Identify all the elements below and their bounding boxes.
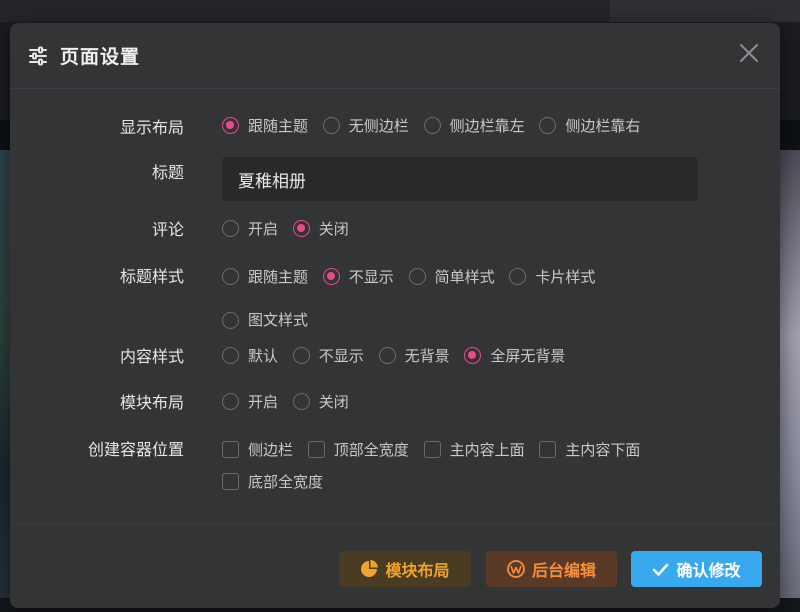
admin-edit-button-label: 后台编辑 xyxy=(531,561,596,580)
radio-icon xyxy=(222,346,239,364)
module-layout-button-label: 模块布局 xyxy=(385,561,450,580)
option-label: 侧边栏 xyxy=(248,440,294,459)
checkbox-icon xyxy=(222,473,239,490)
module-layout-option-off[interactable]: 关闭 xyxy=(292,390,349,412)
title-input[interactable] xyxy=(222,157,698,201)
dialog-title: 页面设置 xyxy=(60,46,141,68)
option-label: 主内容下面 xyxy=(565,440,641,459)
radio-icon xyxy=(292,219,310,237)
container-option-bottom-full-width[interactable]: 底部全宽度 xyxy=(222,471,323,493)
radio-icon xyxy=(292,392,310,410)
option-label: 图文样式 xyxy=(248,311,309,329)
content-style-label: 内容样式 xyxy=(119,347,184,366)
container-option-above-main[interactable]: 主内容上面 xyxy=(423,439,525,461)
radio-icon xyxy=(322,116,340,134)
option-label: 不显示 xyxy=(348,267,394,286)
title-style-option-image-text[interactable]: 图文样式 xyxy=(222,309,308,331)
layout-option-no-sidebar[interactable]: 无侧边栏 xyxy=(322,114,409,136)
radio-icon xyxy=(222,392,239,410)
option-label: 卡片样式 xyxy=(535,267,596,286)
radio-icon xyxy=(222,268,239,285)
title-label: 标题 xyxy=(151,163,184,182)
radio-icon xyxy=(408,268,426,285)
background-top-chip xyxy=(610,0,800,22)
title-style-option-card[interactable]: 卡片样式 xyxy=(509,266,595,288)
option-label: 跟随主题 xyxy=(248,267,309,286)
comments-label: 评论 xyxy=(151,220,184,239)
option-label: 顶部全宽度 xyxy=(333,440,409,459)
checkbox-icon xyxy=(539,441,557,458)
comments-option-off[interactable]: 关闭 xyxy=(292,217,349,239)
confirm-button[interactable]: 确认修改 xyxy=(631,551,762,587)
dialog-header: 页面设置 xyxy=(10,23,780,89)
admin-edit-button[interactable]: 后台编辑 xyxy=(486,551,617,587)
module-layout-option-on[interactable]: 开启 xyxy=(222,390,278,412)
container-option-top-full-width[interactable]: 顶部全宽度 xyxy=(307,439,409,461)
title-style-option-follow-theme[interactable]: 跟随主题 xyxy=(222,266,308,288)
layout-option-sidebar-right[interactable]: 侧边栏靠右 xyxy=(539,114,640,136)
check-icon xyxy=(653,563,669,576)
container-position-label: 创建容器位置 xyxy=(87,440,184,459)
option-label: 全屏无背景 xyxy=(490,346,566,365)
option-label: 关闭 xyxy=(318,392,349,411)
comments-radio-group: 开启 关闭 xyxy=(222,217,359,241)
pie-chart-icon xyxy=(361,560,379,577)
radio-icon xyxy=(322,268,340,285)
container-option-sidebar[interactable]: 侧边栏 xyxy=(222,439,293,461)
option-label: 无背景 xyxy=(404,346,450,365)
radio-icon xyxy=(378,346,396,364)
option-label: 开启 xyxy=(248,219,279,238)
option-label: 无侧边栏 xyxy=(348,116,409,135)
sliders-icon xyxy=(28,46,48,66)
container-option-below-main[interactable]: 主内容下面 xyxy=(539,439,640,461)
option-label: 关闭 xyxy=(318,219,349,238)
close-icon[interactable] xyxy=(738,42,760,64)
title-style-radio-group: 跟随主题 不显示 简单样式 卡片样式 图文样式 xyxy=(222,263,642,341)
wordpress-icon xyxy=(507,560,525,578)
radio-icon xyxy=(222,219,239,237)
background-art-right xyxy=(780,150,800,612)
radio-icon xyxy=(222,116,239,134)
option-label: 开启 xyxy=(248,392,279,411)
layout-radio-group: 跟随主题 无侧边栏 侧边栏靠左 侧边栏靠右 xyxy=(222,114,650,138)
module-layout-radio-group: 开启 关闭 xyxy=(222,390,359,414)
content-style-option-no-background[interactable]: 无背景 xyxy=(378,344,450,366)
checkbox-icon xyxy=(423,441,441,458)
option-label: 侧边栏靠左 xyxy=(449,116,525,135)
footer-divider xyxy=(10,523,780,524)
option-label: 不显示 xyxy=(318,346,364,365)
title-style-option-hidden[interactable]: 不显示 xyxy=(322,266,394,288)
title-style-option-simple[interactable]: 简单样式 xyxy=(408,266,495,288)
confirm-button-label: 确认修改 xyxy=(676,561,741,580)
radio-icon xyxy=(292,346,310,364)
comments-option-on[interactable]: 开启 xyxy=(222,217,278,239)
checkbox-icon xyxy=(307,441,325,458)
layout-option-follow-theme[interactable]: 跟随主题 xyxy=(222,114,308,136)
title-style-label: 标题样式 xyxy=(119,267,184,286)
module-layout-label: 模块布局 xyxy=(119,393,184,412)
container-position-checkbox-group: 侧边栏 顶部全宽度 主内容上面 主内容下面 底部全宽度 xyxy=(222,437,702,501)
page-settings-dialog: 页面设置 显示布局 跟随主题 无侧边栏 侧边栏靠左 侧边栏靠右 标题 评论 开启… xyxy=(10,23,780,608)
option-label: 主内容上面 xyxy=(449,440,525,459)
option-label: 跟随主题 xyxy=(248,116,309,135)
radio-icon xyxy=(222,311,239,329)
radio-icon xyxy=(423,116,441,134)
content-style-option-fullscreen-no-background[interactable]: 全屏无背景 xyxy=(464,344,565,366)
content-style-option-hidden[interactable]: 不显示 xyxy=(292,344,364,366)
module-layout-button[interactable]: 模块布局 xyxy=(339,551,471,587)
layout-option-sidebar-left[interactable]: 侧边栏靠左 xyxy=(423,114,525,136)
checkbox-icon xyxy=(222,441,239,458)
radio-icon xyxy=(539,116,557,134)
radio-icon xyxy=(464,346,482,364)
option-label: 默认 xyxy=(248,346,279,365)
background-art-left xyxy=(0,150,10,612)
radio-icon xyxy=(509,268,527,285)
option-label: 底部全宽度 xyxy=(248,472,324,491)
layout-label: 显示布局 xyxy=(119,118,184,137)
option-label: 侧边栏靠右 xyxy=(565,116,641,135)
option-label: 简单样式 xyxy=(434,267,495,286)
content-style-option-default[interactable]: 默认 xyxy=(222,344,278,366)
content-style-radio-group: 默认 不显示 无背景 全屏无背景 xyxy=(222,344,575,368)
